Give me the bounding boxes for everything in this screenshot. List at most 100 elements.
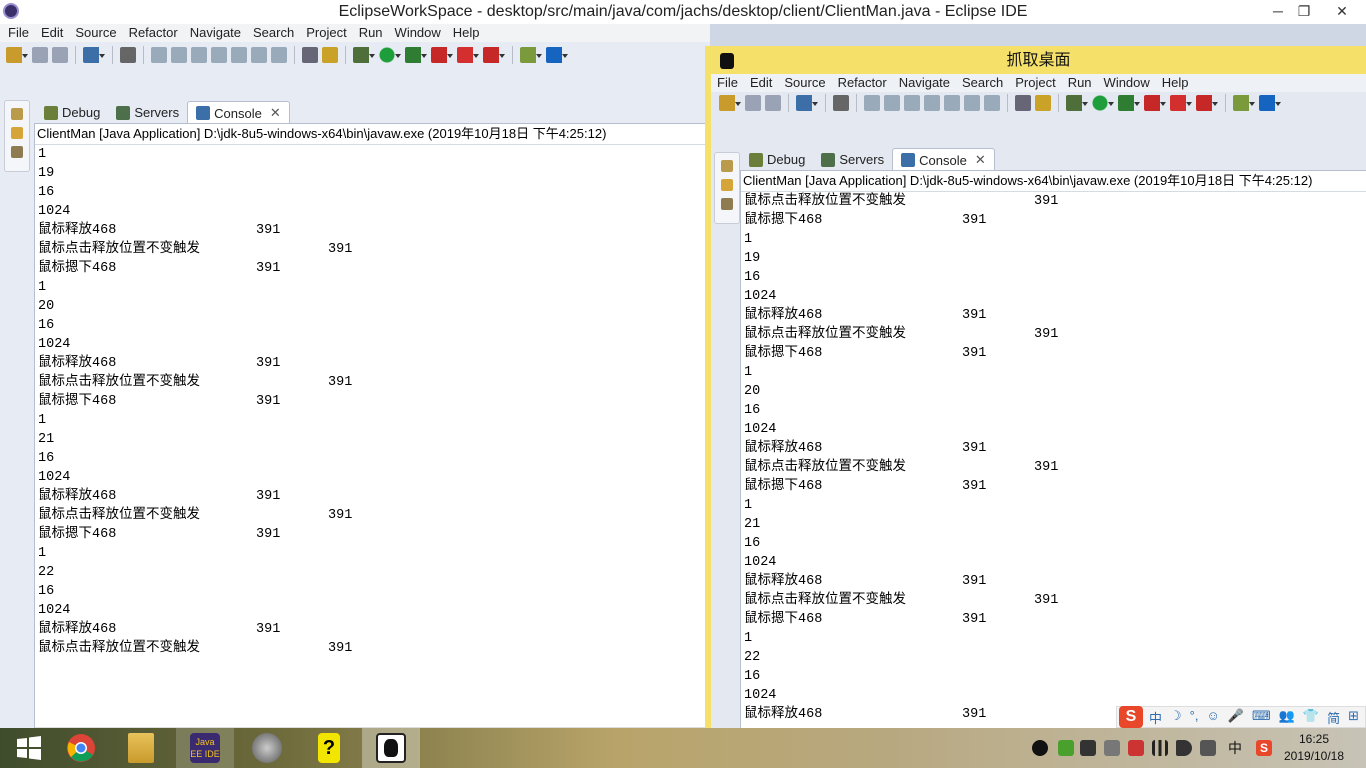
open-console-icon[interactable] [83, 47, 105, 63]
help-icon: ? [318, 733, 340, 763]
close-button[interactable]: ✕ [1326, 0, 1358, 22]
tab-servers[interactable]: Servers [108, 101, 187, 124]
tab-console[interactable]: Console ✕ [187, 101, 290, 124]
console-output[interactable]: 1 19 16 1024 鼠标释放468 391 鼠标点击释放位置不变触发 391 鼠标摁下46… [35, 145, 709, 658]
console-line: 1024 [741, 553, 1366, 572]
menu-window[interactable]: Window [389, 24, 447, 42]
menu-search[interactable]: Search [247, 24, 300, 42]
console-process-label: ClientMan [Java Application] D:\jdk-8u5-… [35, 124, 709, 145]
save-icon[interactable] [32, 47, 48, 63]
start-button[interactable] [0, 728, 58, 768]
tab-label: Console [919, 152, 967, 168]
terminate-icon[interactable] [191, 47, 207, 63]
ime-tool-icon[interactable]: 👥 [1279, 708, 1295, 727]
close-tab-icon[interactable]: ✕ [270, 105, 281, 121]
step-into-icon[interactable] [231, 47, 247, 63]
volume-tray-icon[interactable] [1176, 740, 1192, 756]
qq-tray-icon[interactable] [1032, 740, 1048, 756]
scroll-lock-icon[interactable] [322, 47, 338, 63]
console-line-value: 391 [962, 346, 987, 361]
ime-tool-icon[interactable]: 🎤 [1228, 708, 1244, 727]
outline-icon[interactable] [11, 146, 23, 158]
console-line-text: 1024 [38, 337, 71, 352]
console-line-text: 鼠标摁下468 [38, 527, 117, 542]
restore-button[interactable]: ❐ [1288, 0, 1320, 22]
suspend-icon[interactable] [171, 47, 187, 63]
launch-group-icon[interactable] [483, 47, 505, 63]
taskbar-eclipse[interactable]: Java EE IDE [176, 728, 234, 768]
power-tray-icon[interactable] [1200, 740, 1216, 756]
taskbar-file-explorer[interactable] [112, 728, 170, 768]
new-icon[interactable] [6, 47, 28, 63]
step-over-icon[interactable] [251, 47, 267, 63]
captured-console-view: ClientMan [Java Application] D:\jdk-8u5-… [740, 170, 1366, 730]
language-indicator[interactable]: 中 [1228, 738, 1244, 756]
console-line-text: 鼠标释放468 [38, 223, 117, 238]
eclipse-javaee-icon: Java EE IDE [190, 733, 220, 763]
console-line-value: 391 [962, 308, 987, 323]
taskbar-help-app[interactable]: ? [300, 728, 358, 768]
ime-tool-icon[interactable]: ☺ [1206, 708, 1219, 727]
signal-tray-icon[interactable] [1152, 740, 1168, 756]
captured-minimized-views-trim [714, 152, 740, 224]
network-tray-icon[interactable] [1104, 740, 1120, 756]
menu-run[interactable]: Run [353, 24, 389, 42]
external-tools-icon[interactable] [431, 47, 453, 63]
ime-tool-icon[interactable]: 中 [1149, 708, 1162, 727]
ime-tool-icon[interactable]: °, [1190, 708, 1199, 727]
word-wrap-icon[interactable] [302, 47, 318, 63]
package-explorer-icon[interactable] [11, 127, 23, 139]
ime-tool-icon[interactable]: 👕 [1303, 708, 1319, 727]
sogou-tray-icon[interactable]: S [1256, 740, 1272, 756]
console-icon [901, 153, 916, 167]
resume-icon[interactable] [151, 47, 167, 63]
new-server-icon[interactable] [520, 47, 542, 63]
ime-tool-icon[interactable]: 简 [1327, 708, 1340, 727]
web-browser-icon[interactable] [546, 47, 568, 63]
save-all-icon[interactable] [52, 47, 68, 63]
console-line: 16 [35, 316, 709, 335]
menu-source[interactable]: Source [69, 24, 122, 42]
debug-run-icon[interactable] [353, 47, 375, 63]
menu-help[interactable]: Help [447, 24, 486, 42]
taskbar-chrome[interactable] [52, 728, 110, 768]
keyboard-tray-icon[interactable] [1080, 740, 1096, 756]
console-line: 1024 [35, 202, 709, 221]
step-return-icon[interactable] [271, 47, 287, 63]
tab-label: Debug [767, 152, 806, 167]
restore-view-icon[interactable] [11, 108, 23, 120]
restore-view-icon [721, 160, 733, 172]
menu-project[interactable]: Project [300, 24, 352, 42]
console-line-text: 鼠标点击释放位置不变触发 [38, 641, 200, 656]
console-line: 1 [741, 496, 1366, 515]
ime-tool-icon[interactable]: ⌨ [1252, 708, 1271, 727]
nvidia-tray-icon[interactable] [1058, 740, 1074, 756]
taskbar-che-app[interactable] [362, 728, 420, 768]
ime-tool-icon[interactable]: ☽ [1170, 708, 1182, 727]
menu-edit[interactable]: Edit [35, 24, 69, 42]
menu-file[interactable]: File [2, 24, 35, 42]
run-icon[interactable] [379, 47, 401, 63]
ime-tool-icon[interactable]: ⊞ [1348, 708, 1359, 727]
skip-breakpoints-icon[interactable] [120, 47, 136, 63]
sogou-logo-icon[interactable]: S [1119, 706, 1143, 728]
tab-debug[interactable]: Debug [36, 101, 108, 124]
console-line-text: 鼠标摁下468 [38, 394, 117, 409]
console-line: 22 [741, 648, 1366, 667]
debug-icon [749, 152, 763, 167]
console-line-text: 16 [744, 403, 761, 418]
console-line-value: 391 [1034, 593, 1059, 608]
console-line-value: 391 [328, 641, 353, 656]
disconnect-icon[interactable] [211, 47, 227, 63]
system-clock[interactable]: 16:25 2019/10/18 [1274, 731, 1354, 765]
window-title-bar: EclipseWorkSpace - desktop/src/main/java… [0, 0, 1366, 24]
terminate-red-icon[interactable] [457, 47, 479, 63]
taskbar-chat-app[interactable] [238, 728, 296, 768]
captured-console-output: 鼠标点击释放位置不变触发 391 鼠标摁下468 391 1 19 16 1024 鼠标释放46… [741, 192, 1366, 724]
console-line-text: 1024 [744, 688, 777, 703]
menu-refactor[interactable]: Refactor [123, 24, 184, 42]
menu-navigate[interactable]: Navigate [184, 24, 247, 42]
console-line: 鼠标摁下468 391 [35, 525, 709, 544]
coverage-icon[interactable] [405, 47, 427, 63]
flag-tray-icon[interactable] [1128, 740, 1144, 756]
